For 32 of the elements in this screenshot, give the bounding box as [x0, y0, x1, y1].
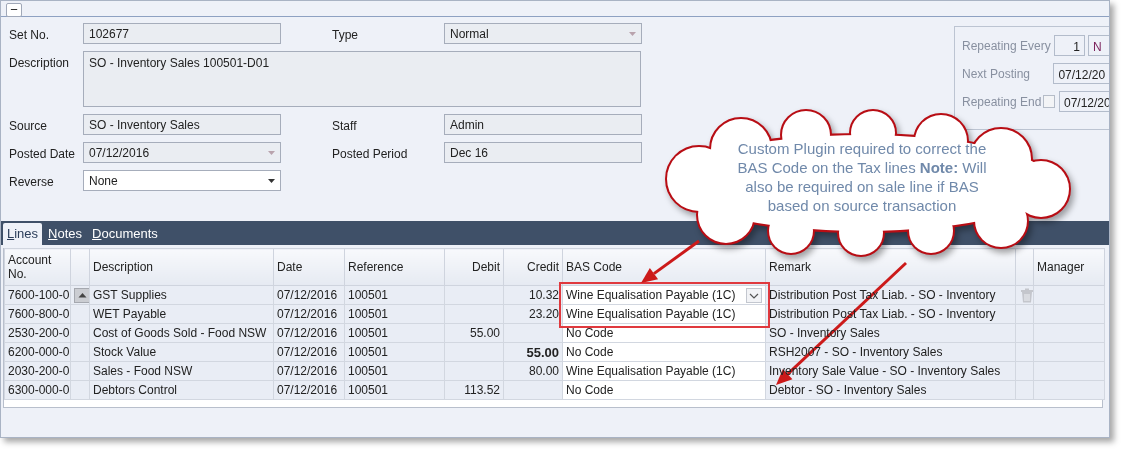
dropdown-field[interactable]: None	[83, 170, 281, 191]
tab[interactable]: Documents	[88, 223, 162, 245]
tab[interactable]: Notes	[44, 223, 87, 245]
column-header[interactable]: Reference	[344, 248, 445, 286]
field-label: Posted Period	[332, 146, 409, 163]
field-label: Next Posting	[962, 65, 1032, 83]
column-header[interactable]: Date	[273, 248, 345, 286]
collapse-button[interactable]: −	[6, 3, 22, 17]
scroll-up-icon[interactable]	[74, 287, 89, 303]
dropdown-arrow-icon	[268, 178, 275, 183]
field-label: Repeating End	[962, 93, 1043, 111]
column-header[interactable]: Manager	[1033, 248, 1105, 286]
field-label: Repeating Every	[962, 37, 1052, 55]
column-header[interactable]: Description	[89, 248, 274, 286]
column-header[interactable]: Debit	[444, 248, 504, 286]
callout-text: Custom Plugin required to correct the BAS Code on the Tax lines Note: Will also be required on sale line if BAS based on source transaction	[736, 139, 988, 215]
field-label: Posted Date	[9, 146, 77, 163]
field-label: Source	[9, 118, 49, 135]
field-label: Reverse	[9, 174, 55, 191]
field-label: Type	[332, 27, 359, 44]
field-label: Description	[9, 55, 71, 72]
tab[interactable]: Lines	[3, 223, 43, 245]
field-label: Staff	[332, 118, 358, 135]
arrow	[641, 239, 700, 283]
dropdown-arrow-icon	[629, 31, 636, 36]
chevron-down-icon[interactable]	[746, 287, 762, 303]
column-header[interactable]: Account No.	[4, 248, 71, 286]
column-header[interactable]: Remark	[765, 248, 1016, 286]
column-header[interactable]: Credit	[503, 248, 563, 286]
column-header[interactable]: BAS Code	[562, 248, 766, 286]
field-label: Set No.	[9, 27, 51, 44]
dropdown-arrow-icon	[268, 150, 275, 155]
